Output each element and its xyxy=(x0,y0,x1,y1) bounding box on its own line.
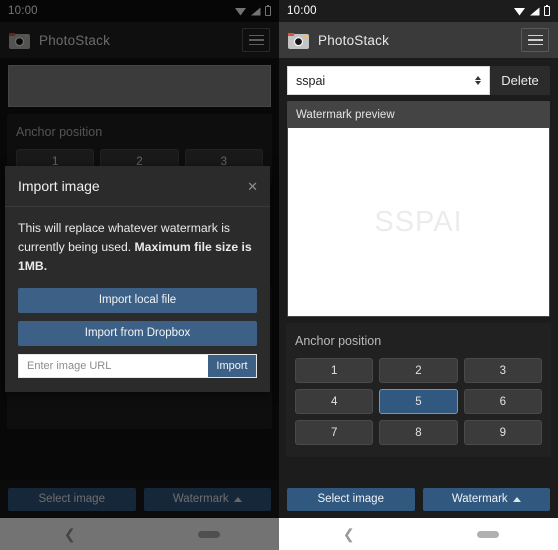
anchor-button-2[interactable]: 2 xyxy=(379,358,458,383)
bottom-action-bar-right: Select image Watermark xyxy=(279,480,558,518)
image-url-input[interactable]: Enter image URL xyxy=(19,354,208,377)
watermark-preview-header: Watermark preview xyxy=(296,109,395,121)
close-icon[interactable]: ✕ xyxy=(247,180,258,193)
app-title: PhotoStack xyxy=(318,32,390,48)
watermark-preview-canvas: SSPAI xyxy=(288,128,549,316)
left-phone-panel: 10:00 PhotoStack Anchor p xyxy=(0,0,279,550)
status-bar: 10:00 xyxy=(279,0,558,22)
camera-icon xyxy=(288,32,309,49)
app-bar: PhotoStack xyxy=(279,22,558,58)
dual-screenshot-stage: 10:00 PhotoStack Anchor p xyxy=(0,0,558,550)
dialog-title: Import image xyxy=(18,178,100,194)
anchor-button-1[interactable]: 1 xyxy=(295,358,374,383)
back-chevron-icon[interactable]: ❮ xyxy=(279,526,419,543)
watermark-select-value: sspai xyxy=(296,73,326,88)
wifi-icon xyxy=(514,7,525,15)
hamburger-menu-icon[interactable] xyxy=(521,28,549,52)
image-url-row: Enter image URL Import xyxy=(18,353,257,378)
android-nav-bar: ❮ xyxy=(279,518,558,550)
anchor-button-6[interactable]: 6 xyxy=(463,389,542,414)
anchor-button-4[interactable]: 4 xyxy=(295,389,374,414)
signal-icon xyxy=(530,7,540,15)
import-image-dialog: Import image ✕ This will replace whateve… xyxy=(5,166,270,392)
anchor-button-9[interactable]: 9 xyxy=(463,420,542,445)
stepper-arrows-icon xyxy=(475,76,481,85)
anchor-position-section-right: Anchor position 1 2 3 4 5 6 7 8 9 xyxy=(286,323,551,457)
dialog-body: This will replace whatever watermark is … xyxy=(5,207,270,392)
dialog-header: Import image ✕ xyxy=(5,166,270,207)
anchor-grid-right: 1 2 3 4 5 6 7 8 9 xyxy=(295,358,542,445)
dialog-description: This will replace whatever watermark is … xyxy=(18,219,257,276)
home-pill-icon[interactable] xyxy=(419,530,558,538)
import-local-file-button[interactable]: Import local file xyxy=(18,287,257,313)
anchor-button-5[interactable]: 5 xyxy=(379,389,458,414)
status-system-icons xyxy=(514,4,550,16)
watermark-preview-text: SSPAI xyxy=(374,205,463,238)
anchor-button-8[interactable]: 8 xyxy=(379,420,458,445)
watermark-select[interactable]: sspai xyxy=(287,66,490,95)
caret-up-icon xyxy=(512,496,521,502)
url-import-button[interactable]: Import xyxy=(208,354,256,377)
anchor-position-label: Anchor position xyxy=(295,334,382,348)
right-phone-panel: 10:00 PhotoStack sspai Delete Watermark … xyxy=(279,0,558,550)
watermark-button-label: Watermark xyxy=(451,493,508,505)
import-from-dropbox-button[interactable]: Import from Dropbox xyxy=(18,320,257,346)
select-image-button[interactable]: Select image xyxy=(287,487,415,511)
delete-button[interactable]: Delete xyxy=(490,66,550,95)
anchor-button-7[interactable]: 7 xyxy=(295,420,374,445)
watermark-button[interactable]: Watermark xyxy=(422,487,550,511)
status-clock: 10:00 xyxy=(287,5,317,17)
watermark-select-row: sspai Delete xyxy=(287,66,550,95)
battery-icon xyxy=(544,4,550,16)
anchor-button-3[interactable]: 3 xyxy=(463,358,542,383)
watermark-preview-card: Watermark preview SSPAI xyxy=(287,101,550,317)
